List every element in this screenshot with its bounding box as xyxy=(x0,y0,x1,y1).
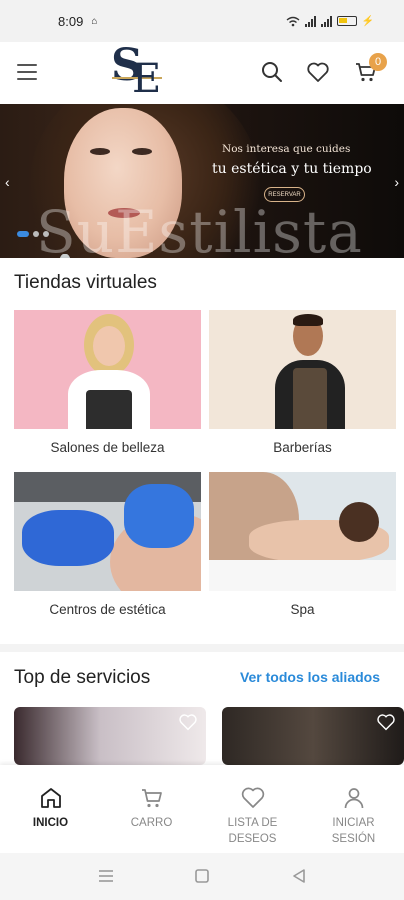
heart-icon[interactable] xyxy=(306,60,330,84)
status-time: 8:09 xyxy=(58,13,84,29)
favorite-heart-icon[interactable] xyxy=(178,713,198,731)
store-label: Spa xyxy=(290,602,315,617)
home-icon xyxy=(40,788,61,808)
banner-title: tu estética y tu tiempo xyxy=(212,161,372,177)
nav-home[interactable]: INICIO xyxy=(0,765,101,853)
brand-logo[interactable]: SE xyxy=(108,40,166,104)
notification-icon: ⌂ xyxy=(91,15,98,27)
status-bar: 8:09 ⌂ ⚡ xyxy=(0,0,404,42)
salon-image xyxy=(14,310,201,429)
promo-banner[interactable]: Nos interesa que cuides tu estética y tu… xyxy=(0,104,404,258)
recent-apps-icon[interactable] xyxy=(98,869,114,883)
section-divider xyxy=(0,644,404,652)
store-label: Salones de belleza xyxy=(50,440,165,455)
system-navigation-bar xyxy=(0,853,404,900)
store-card-spa[interactable]: Spa xyxy=(209,472,396,617)
nav-cart[interactable]: CARRO xyxy=(101,765,202,853)
user-icon xyxy=(344,788,363,809)
nav-label: CARRO xyxy=(130,817,173,829)
stores-section-title: Tiendas virtuales xyxy=(14,272,157,293)
nav-label: INICIO xyxy=(32,817,69,829)
chevron-right-icon[interactable]: › xyxy=(394,174,399,190)
barber-image xyxy=(209,310,396,429)
signal-icon xyxy=(304,15,316,27)
nav-label: LISTA DE DESEOS xyxy=(227,817,278,845)
cart-icon xyxy=(141,789,162,808)
banner-subtitle: Nos interesa que cuides xyxy=(222,143,351,155)
store-label: Centros de estética xyxy=(49,602,166,617)
signal-icon xyxy=(320,15,332,27)
nav-wishlist[interactable]: LISTA DE DESEOS xyxy=(202,765,303,853)
service-card[interactable] xyxy=(222,707,404,765)
cart-count-badge: 0 xyxy=(369,53,387,71)
favorite-heart-icon[interactable] xyxy=(376,713,396,731)
banner-watermark: SuEstilista xyxy=(36,198,363,258)
wifi-icon xyxy=(286,16,299,26)
charging-icon: ⚡ xyxy=(361,15,374,27)
store-card-barberias[interactable]: Barberías xyxy=(209,310,396,455)
services-section-title: Top de servicios xyxy=(14,667,151,688)
app-header: SE 0 xyxy=(0,40,404,104)
heart-icon xyxy=(241,787,264,808)
see-all-allies-link[interactable]: Ver todos los aliados xyxy=(240,669,380,685)
service-card[interactable] xyxy=(14,707,206,765)
nav-label: INICIAR SESIÓN xyxy=(331,817,376,845)
store-card-salones[interactable]: Salones de belleza xyxy=(14,310,201,455)
battery-icon xyxy=(336,16,357,26)
aesthetics-image xyxy=(14,472,201,591)
back-icon[interactable] xyxy=(292,869,306,883)
menu-icon[interactable] xyxy=(17,64,37,80)
search-icon[interactable] xyxy=(260,60,284,84)
bottom-navigation: INICIO CARRO LISTA DE DESEOS INICIAR SES… xyxy=(0,765,404,853)
nav-login[interactable]: INICIAR SESIÓN xyxy=(303,765,404,853)
store-label: Barberías xyxy=(273,440,332,455)
chevron-left-icon[interactable]: ‹ xyxy=(5,174,10,190)
carousel-dots xyxy=(17,231,49,237)
store-card-estetica[interactable]: Centros de estética xyxy=(14,472,201,617)
spa-image xyxy=(209,472,396,591)
home-button-icon[interactable] xyxy=(195,869,209,883)
